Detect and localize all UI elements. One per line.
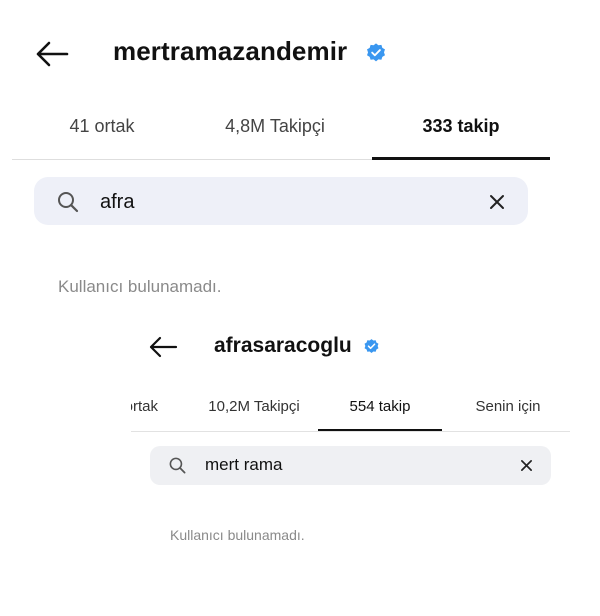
tab-mutual[interactable]: ortak: [131, 390, 164, 422]
tab-followers[interactable]: 10,2M Takipçi: [190, 398, 318, 415]
tabs-divider: [131, 431, 570, 432]
profile-following-panel-top: mertramazandemir 41 ortak 4,8M Takipçi 3…: [0, 0, 600, 310]
search-input[interactable]: [100, 188, 460, 216]
clear-search-button[interactable]: [518, 457, 535, 474]
clear-search-button[interactable]: [486, 191, 508, 213]
profile-username: afrasaracoglu: [214, 334, 352, 357]
tab-following[interactable]: 554 takip: [318, 398, 442, 415]
active-tab-indicator: [318, 429, 442, 431]
arrow-left-icon: [149, 336, 178, 358]
close-icon: [490, 195, 504, 209]
close-icon: [521, 460, 532, 471]
active-tab-indicator: [372, 157, 550, 160]
tab-mutual[interactable]: 41 ortak: [52, 116, 152, 137]
verified-badge-icon: [363, 338, 380, 355]
tab-mutual-label: ortak: [131, 398, 158, 415]
tab-following[interactable]: 333 takip: [372, 116, 550, 137]
no-results-message: Kullanıcı bulunamadı.: [58, 277, 222, 296]
profile-following-panel-bottom: afrasaracoglu ortak 10,2M Takipçi 554 ta…: [0, 310, 600, 616]
back-button[interactable]: [34, 38, 70, 70]
verified-badge-icon: [365, 42, 387, 64]
tab-for-you[interactable]: Senin için: [462, 398, 554, 415]
arrow-left-icon: [36, 41, 69, 67]
search-icon: [168, 456, 187, 475]
tab-followers[interactable]: 4,8M Takipçi: [200, 116, 350, 137]
back-button[interactable]: [148, 334, 178, 360]
search-input[interactable]: [205, 454, 495, 476]
profile-username: mertramazandemir: [113, 36, 348, 66]
search-icon: [56, 190, 80, 214]
no-results-message: Kullanıcı bulunamadı.: [170, 527, 305, 543]
